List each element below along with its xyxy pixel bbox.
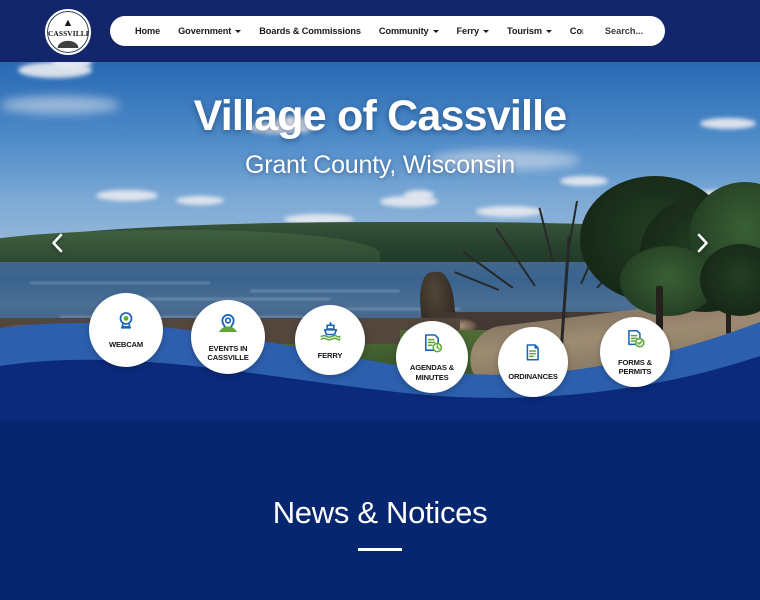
document-icon <box>522 342 544 369</box>
village-seal-logo: ▲ CASSVILLE <box>47 11 89 53</box>
chevron-down-icon <box>545 30 552 33</box>
quick-link-label: ORDINANCES <box>508 372 558 382</box>
chevron-down-icon <box>432 30 439 33</box>
nav-item-label: Ferry <box>456 26 480 36</box>
quick-link-label: AGENDAS & MINUTES <box>409 363 455 382</box>
document-clock-icon <box>421 332 444 360</box>
nav-item-label: Home <box>135 26 161 36</box>
quick-link-agendas-minutes[interactable]: AGENDAS & MINUTES <box>396 321 468 393</box>
nav-item-tourism[interactable]: Tourism <box>498 26 561 36</box>
quick-link-forms-permits[interactable]: FORMS & PERMITS <box>600 317 670 387</box>
news-notices-section: News & Notices <box>0 420 760 600</box>
nav-item-community[interactable]: Community <box>370 26 448 36</box>
homepage: Village of Cassville Grant County, Wisco… <box>0 0 760 600</box>
nav-item-home[interactable]: Home <box>126 26 169 36</box>
quick-link-label: WEBCAM <box>108 340 144 350</box>
document-check-icon <box>624 328 646 355</box>
site-logo[interactable]: ▲ CASSVILLE <box>45 9 91 55</box>
logo-text: CASSVILLE <box>48 29 91 38</box>
quick-link-label: FORMS & PERMITS <box>618 357 652 376</box>
heading-underline <box>358 548 402 551</box>
quick-link-label: FERRY <box>317 350 343 360</box>
search-input[interactable]: Search... <box>583 16 665 46</box>
quick-link-ordinances[interactable]: ORDINANCES <box>498 327 568 397</box>
hero-banner: Village of Cassville Grant County, Wisco… <box>0 0 760 420</box>
main-navigation: Home Government Boards & Commissions Com… <box>110 16 643 46</box>
nav-item-ferry[interactable]: Ferry <box>448 26 498 36</box>
nav-item-label: Boards & Commissions <box>259 26 361 36</box>
quick-links-row: WEBCAM EVENTS IN CASSVILLE FERRY AGENDAS… <box>0 0 760 420</box>
webcam-icon <box>115 310 137 337</box>
seal-scene <box>55 39 81 48</box>
nav-item-label: Government <box>178 26 232 36</box>
quick-link-events-in-cassville[interactable]: EVENTS IN CASSVILLE <box>191 300 265 374</box>
quick-link-ferry[interactable]: FERRY <box>295 305 365 375</box>
search-placeholder: Search... <box>604 26 644 36</box>
chevron-down-icon <box>235 30 242 33</box>
quick-link-label: EVENTS IN CASSVILLE <box>207 343 249 362</box>
nav-item-government[interactable]: Government <box>169 26 250 36</box>
nav-item-label: Community <box>378 26 429 36</box>
eagle-icon: ▲ <box>62 17 74 29</box>
chevron-down-icon <box>483 30 490 33</box>
ferry-boat-icon <box>319 320 342 348</box>
nav-item-boards-commissions[interactable]: Boards & Commissions <box>250 26 370 36</box>
map-pin-icon <box>216 312 240 341</box>
site-header: ▲ CASSVILLE Home Government Boards & Com… <box>0 0 760 62</box>
section-heading: News & Notices <box>272 495 488 530</box>
nav-item-label: Tourism <box>507 26 542 36</box>
quick-link-webcam[interactable]: WEBCAM <box>89 293 163 367</box>
